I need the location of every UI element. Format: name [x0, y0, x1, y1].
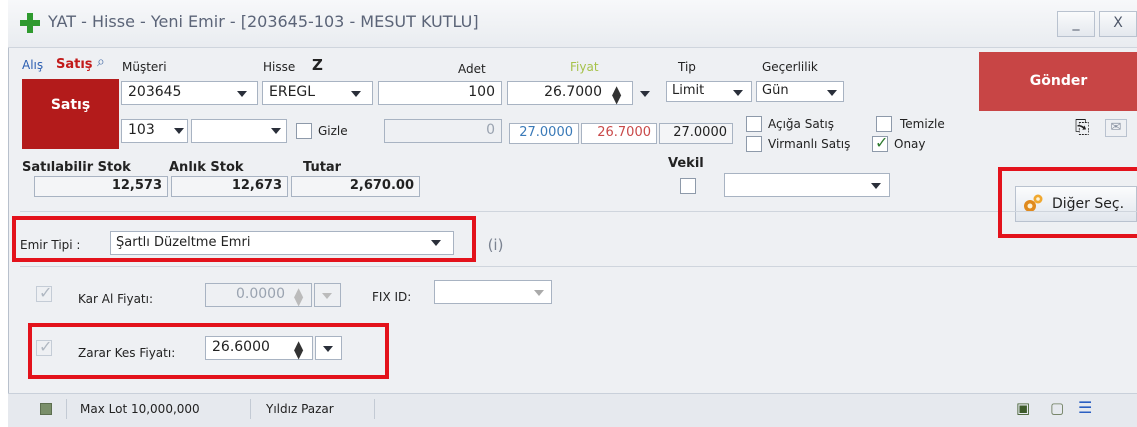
gonder-button[interactable]: Gönder [979, 52, 1137, 111]
kar-al-checkbox[interactable]: ✓ [36, 283, 53, 302]
tip-value: Limit [672, 83, 705, 98]
hisse-value: EREGL [269, 84, 316, 100]
virmanli-satis-checkbox[interactable] [746, 136, 762, 152]
z-label: Z [312, 56, 323, 74]
price-last-value: 27.0000 [673, 125, 727, 140]
max-lot-status: Max Lot 10,000,000 [80, 402, 200, 416]
gecerlilik-value: Gün [762, 83, 789, 98]
chevron-down-icon[interactable] [237, 91, 247, 97]
gizle-checkbox[interactable] [296, 123, 312, 139]
close-button[interactable]: X [1099, 11, 1137, 37]
fiyat-label: Fiyat [570, 60, 599, 74]
satilabilir-stok-value-box: 12,573 [34, 176, 168, 197]
musteri-value: 203645 [128, 84, 182, 100]
chevron-down-icon[interactable] [534, 290, 544, 296]
chevron-down-icon[interactable] [640, 91, 650, 97]
document-icon[interactable]: ▣ [1016, 399, 1030, 417]
anlik-stok-value-box: 12,673 [171, 176, 288, 197]
highlight-zarar-kes [28, 323, 389, 379]
gizle-label: Gizle [318, 124, 348, 138]
tutar-value-box: 2,670.00 [291, 176, 420, 197]
adet-input[interactable]: 100 [378, 81, 502, 105]
checkmark-icon: ✓ [39, 283, 53, 302]
tutar-value: 2,670.00 [349, 178, 414, 193]
vekil-label: Vekil [668, 156, 704, 171]
plus-icon [20, 13, 40, 33]
divider [20, 211, 1137, 212]
alis-tab[interactable]: Alış [22, 58, 43, 72]
chevron-down-icon[interactable] [271, 128, 281, 134]
chevron-down-icon[interactable] [827, 90, 837, 96]
vekil-select[interactable] [724, 173, 890, 197]
divider [20, 266, 1137, 267]
onay-label: Onay [894, 137, 926, 151]
info-icon[interactable]: (i) [474, 231, 516, 259]
adet-value: 100 [468, 84, 495, 100]
chevron-down-icon[interactable] [733, 90, 743, 96]
title-bar: YAT - Hisse - Yeni Emir - [203645-103 - … [8, 0, 1137, 48]
musteri-label: Müşteri [122, 60, 167, 74]
tip-label: Tip [678, 60, 696, 74]
price-low-value: 26.7000 [597, 125, 651, 140]
status-separator [250, 399, 251, 419]
satis-side-block[interactable]: Satış [22, 79, 119, 149]
spin-down-icon[interactable]: ▼ [612, 93, 621, 105]
highlight-diger-sec [998, 167, 1137, 238]
chevron-down-icon [322, 293, 332, 299]
alt-hesap-value: 103 [128, 122, 155, 138]
clipboard-icon[interactable]: ⎘ [1075, 117, 1089, 138]
price-low-box: 26.7000 [581, 123, 657, 144]
virmanli-satis-label: Virmanlı Satış [768, 137, 851, 151]
temizle-checkbox[interactable] [876, 116, 892, 132]
spin-down-icon: ▼ [294, 294, 304, 308]
adet-secondary-input: 0 [384, 119, 502, 143]
highlight-emir-tipi [12, 216, 476, 262]
gecerlilik-label: Geçerlilik [762, 60, 818, 74]
chevron-down-icon[interactable] [174, 128, 184, 134]
satilabilir-stok-label: Satılabilir Stok [22, 160, 131, 175]
satilabilir-stok-value: 12,573 [111, 178, 162, 193]
copy-icon[interactable]: ▢ [1050, 399, 1064, 417]
fiyat-value: 26.7000 [544, 84, 602, 100]
pazar-status: Yıldız Pazar [266, 402, 334, 416]
window-title: YAT - Hisse - Yeni Emir - [203645-103 - … [48, 12, 479, 31]
kar-al-label: Kar Al Fiyatı: [78, 292, 154, 306]
minimize-button[interactable]: _ [1057, 11, 1095, 37]
tutar-label: Tutar [303, 160, 342, 175]
status-separator [66, 399, 67, 419]
chevron-down-icon[interactable] [871, 183, 881, 189]
aciga-satis-checkbox[interactable] [746, 116, 762, 132]
price-high-box: 27.0000 [509, 123, 579, 144]
vekil-checkbox[interactable] [680, 178, 696, 194]
anlik-stok-label: Anlık Stok [169, 160, 244, 175]
anlik-stok-value: 12,673 [231, 178, 282, 193]
list-icon[interactable]: ☰ [1078, 398, 1092, 417]
search-icon[interactable]: ⌕ [97, 54, 105, 70]
aciga-satis-label: Açığa Satış [768, 117, 834, 131]
adet-label: Adet [458, 62, 486, 76]
price-last-box: 27.0000 [659, 123, 733, 144]
satis-tab[interactable]: Satış [56, 57, 93, 72]
adet-secondary-value: 0 [486, 122, 495, 138]
checkmark-icon: ✓ [875, 133, 889, 152]
price-high-value: 27.0000 [519, 125, 573, 140]
hisse-label: Hisse [263, 60, 296, 74]
status-icon [40, 403, 52, 415]
status-separator [374, 399, 375, 419]
kar-al-value: 0.0000 [236, 286, 285, 302]
onay-checkbox[interactable]: ✓ [872, 133, 889, 152]
chevron-down-icon[interactable] [351, 91, 361, 97]
mail-icon[interactable]: ✉ [1105, 119, 1127, 137]
fix-id-label: FIX ID: [372, 290, 412, 304]
temizle-label: Temizle [900, 117, 945, 131]
